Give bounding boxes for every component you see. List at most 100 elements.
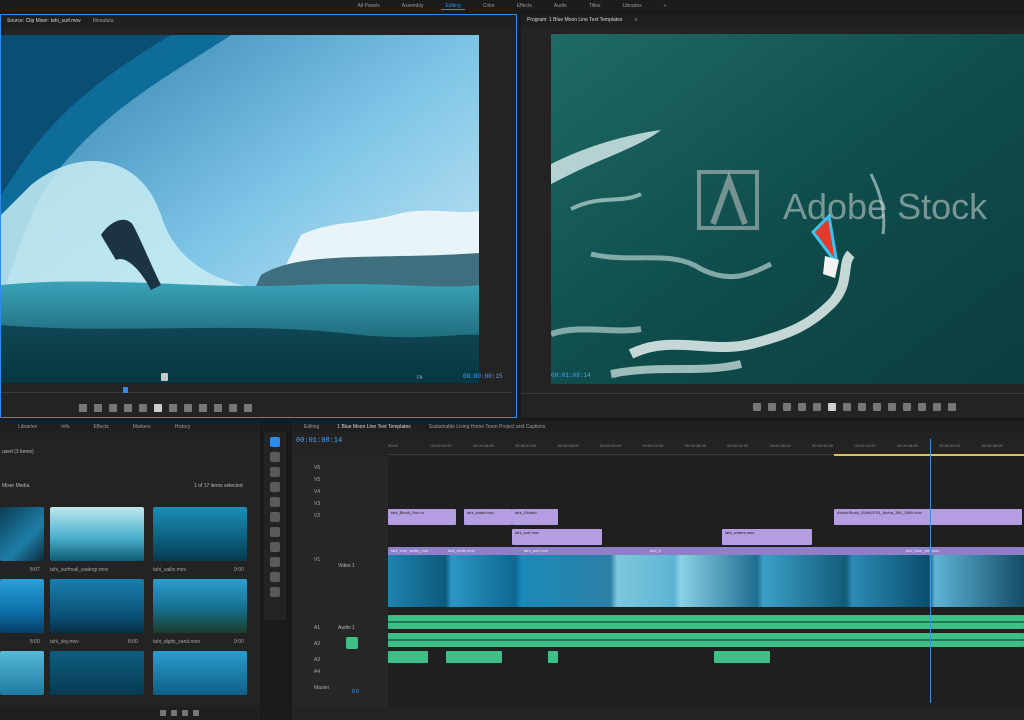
work-area-bar[interactable] <box>834 454 1024 456</box>
track-label[interactable]: A2 <box>314 641 320 647</box>
track-label[interactable]: A3 <box>314 657 320 663</box>
prog-export-frame-icon[interactable] <box>903 403 911 411</box>
tab-source[interactable]: Source: Clip Mixer: tahi_surf.mov <box>7 18 81 24</box>
tab-libraries[interactable]: Libraries <box>18 424 37 430</box>
track-label[interactable]: Master <box>314 685 329 691</box>
more-workspaces-icon[interactable]: » <box>660 3 671 9</box>
lift-icon[interactable] <box>873 403 881 411</box>
new-item-icon[interactable] <box>171 710 177 716</box>
timeline-timecode[interactable]: 00:01:08:14 <box>296 437 342 445</box>
audio-clip-a3[interactable] <box>446 651 502 663</box>
rolling-edit-tool-icon[interactable] <box>270 482 280 492</box>
project-thumb-6[interactable] <box>153 579 247 633</box>
audio-clip-a2[interactable] <box>388 633 1024 647</box>
step-forward-icon[interactable] <box>169 404 177 412</box>
step-back-icon[interactable] <box>139 404 147 412</box>
tab-history[interactable]: History <box>175 424 191 430</box>
source-scrub-bar[interactable] <box>1 387 511 393</box>
program-video[interactable]: Adobe Stock <box>551 34 1024 384</box>
source-marker-icon[interactable] <box>161 373 168 381</box>
clip-v3[interactable]: tahi_Glueter <box>512 509 558 525</box>
track-label[interactable]: A4 <box>314 669 320 675</box>
add-marker-icon[interactable] <box>79 404 87 412</box>
project-thumb-4[interactable] <box>0 579 44 633</box>
track-label[interactable]: A1 <box>314 625 320 631</box>
project-thumb-9[interactable] <box>153 651 247 695</box>
program-menu-icon[interactable]: ≡ <box>634 17 637 23</box>
export-frame-icon[interactable] <box>229 404 237 412</box>
prog-step-back-icon[interactable] <box>813 403 821 411</box>
new-bin-icon[interactable] <box>160 710 166 716</box>
prog-go-to-in-icon[interactable] <box>798 403 806 411</box>
insert-icon[interactable] <box>199 404 207 412</box>
razor-tool-icon[interactable] <box>270 512 280 522</box>
pen-tool-icon[interactable] <box>270 557 280 567</box>
clip-v3[interactable]: AdobeStock_115963751_Aloha_360_1980.mov <box>834 509 1022 525</box>
tracks-area[interactable]: tahi_Blend_Roo.m tahi_water.mov tahi_Glu… <box>388 439 1024 707</box>
go-to-in-icon[interactable] <box>124 404 132 412</box>
project-thumb-7[interactable] <box>0 651 44 695</box>
track-label[interactable]: V2 <box>314 513 320 519</box>
source-playhead[interactable] <box>123 387 128 393</box>
tab-active-sequence[interactable]: 1 Blue Moon Line Text Templates <box>337 424 410 430</box>
workspace-assembly[interactable]: Assembly <box>398 3 428 9</box>
audio-clip-a3[interactable] <box>548 651 558 663</box>
master-value[interactable]: 0.0 <box>352 689 359 695</box>
mark-out-icon[interactable] <box>109 404 117 412</box>
workspace-all-panels[interactable]: All Panels <box>354 3 384 9</box>
track-label[interactable]: V1 <box>314 557 320 563</box>
project-thumb-5[interactable] <box>50 579 144 633</box>
workspace-color[interactable]: Color <box>479 3 499 9</box>
track-select-tool-icon[interactable] <box>270 452 280 462</box>
workspace-audio[interactable]: Audio <box>550 3 571 9</box>
project-thumb-3[interactable] <box>153 507 247 561</box>
project-thumb-8[interactable] <box>50 651 144 695</box>
tab-markers[interactable]: Markers <box>133 424 151 430</box>
prog-step-forward-icon[interactable] <box>843 403 851 411</box>
rate-stretch-tool-icon[interactable] <box>270 497 280 507</box>
workspace-libraries[interactable]: Libraries <box>618 3 645 9</box>
track-label[interactable]: V4 <box>314 489 320 495</box>
project-thumb-1[interactable] <box>0 507 44 561</box>
track-label[interactable]: V3 <box>314 501 320 507</box>
prog-mark-in-icon[interactable] <box>768 403 776 411</box>
prog-button-editor-icon[interactable] <box>948 403 956 411</box>
prog-play-icon[interactable] <box>828 403 836 411</box>
prog-mark-out-icon[interactable] <box>783 403 791 411</box>
hand-tool-icon[interactable] <box>270 572 280 582</box>
timeline-playhead[interactable] <box>930 439 931 703</box>
tab-other-sequence[interactable]: Sustainable Living Home Team Project and… <box>429 424 546 430</box>
program-fit-select[interactable]: Fit <box>611 374 617 380</box>
clip-v1[interactable]: tahi_blue_water_mor tahi_whtfc.mov tahi_… <box>388 547 1024 607</box>
slide-tool-icon[interactable] <box>270 542 280 552</box>
prog-go-to-out-icon[interactable] <box>858 403 866 411</box>
audio-clip-a1[interactable] <box>388 615 1024 629</box>
clip-v2[interactable]: tahi_surf.mov <box>512 529 602 545</box>
workspace-effects[interactable]: Effects <box>513 3 536 9</box>
extract-icon[interactable] <box>888 403 896 411</box>
clear-icon[interactable] <box>193 710 199 716</box>
tab-info[interactable]: Info <box>61 424 69 430</box>
ripple-edit-tool-icon[interactable] <box>270 467 280 477</box>
project-thumb-2[interactable] <box>50 507 144 561</box>
source-video[interactable] <box>1 35 479 383</box>
audio-solo-button[interactable] <box>346 637 358 649</box>
clip-v2[interactable]: tahi_waters.mov <box>722 529 812 545</box>
mark-in-icon[interactable] <box>94 404 102 412</box>
play-icon[interactable] <box>154 404 162 412</box>
workspace-editing[interactable]: Editing <box>441 3 465 10</box>
go-to-out-icon[interactable] <box>184 404 192 412</box>
button-editor-icon[interactable] <box>244 404 252 412</box>
audio-clip-a3[interactable] <box>388 651 428 663</box>
find-icon[interactable] <box>182 710 188 716</box>
track-label[interactable]: V5 <box>314 477 320 483</box>
timeline-ruler[interactable]: 00:00 00:00:04:00 00:00:08:00 00:00:12:00 00… <box>388 441 1024 456</box>
audio-clip-a3[interactable] <box>714 651 770 663</box>
comparison-view-icon[interactable] <box>918 403 926 411</box>
slip-tool-icon[interactable] <box>270 527 280 537</box>
program-scrub-bar[interactable] <box>521 390 1024 394</box>
source-fit-select[interactable]: Fit <box>417 375 423 381</box>
selection-tool-icon[interactable] <box>270 437 280 447</box>
overwrite-icon[interactable] <box>214 404 222 412</box>
tab-effects[interactable]: Effects <box>94 424 109 430</box>
